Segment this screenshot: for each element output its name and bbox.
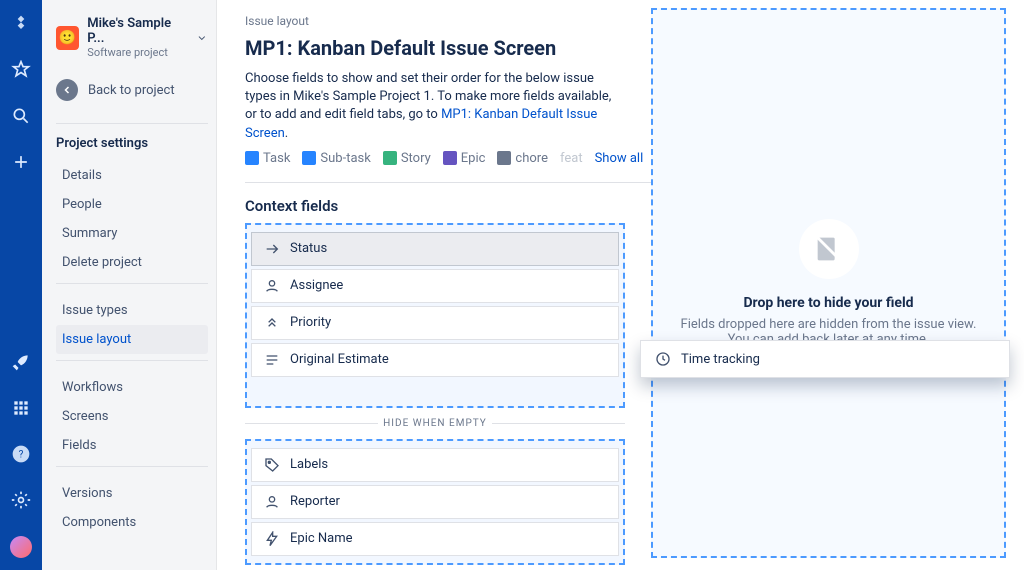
field-icon	[264, 352, 280, 368]
project-type: Software project	[87, 46, 188, 59]
sidebar-item-components[interactable]: Components	[56, 508, 208, 537]
field-icon	[264, 494, 280, 510]
clock-icon	[655, 351, 671, 367]
sidebar-item-issue-types[interactable]: Issue types	[56, 296, 208, 325]
main-content: Issue layout MP1: Kanban Default Issue S…	[217, 0, 1024, 570]
context-dropzone-bottom[interactable]: LabelsReporterEpic Name	[245, 439, 625, 565]
field-icon	[264, 241, 280, 257]
field-icon	[264, 457, 280, 473]
project-name: Mike's Sample P...	[87, 16, 188, 46]
field-icon	[264, 531, 280, 547]
rocket-icon[interactable]	[11, 352, 31, 376]
plus-icon[interactable]	[11, 152, 31, 176]
sidebar-item-summary[interactable]: Summary	[56, 219, 208, 248]
global-nav: ?	[0, 0, 42, 570]
sidebar-item-people[interactable]: People	[56, 190, 208, 219]
sidebar-item-fields[interactable]: Fields	[56, 431, 208, 460]
chevron-down-icon	[196, 32, 208, 44]
page-description: Choose fields to show and set their orde…	[245, 70, 625, 143]
field-epic-name[interactable]: Epic Name	[251, 522, 619, 556]
field-original-estimate[interactable]: Original Estimate	[251, 343, 619, 377]
sidebar-item-screens[interactable]: Screens	[56, 402, 208, 431]
field-icon	[264, 278, 280, 294]
sidebar-item-delete-project[interactable]: Delete project	[56, 248, 208, 277]
project-sidebar: 🙂 Mike's Sample P... Software project Ba…	[42, 0, 217, 570]
project-switcher[interactable]: 🙂 Mike's Sample P... Software project	[56, 16, 208, 59]
search-icon[interactable]	[11, 106, 31, 130]
hidden-field-icon	[799, 219, 859, 279]
avatar[interactable]	[10, 536, 32, 558]
sidebar-item-workflows[interactable]: Workflows	[56, 373, 208, 402]
context-dropzone-top[interactable]: StatusAssigneePriorityOriginal Estimate	[245, 223, 625, 408]
sidebar-item-versions[interactable]: Versions	[56, 479, 208, 508]
help-icon[interactable]: ?	[11, 444, 31, 468]
section-title: Project settings	[56, 136, 208, 151]
issue-type-epic: Epic	[443, 151, 486, 166]
back-icon	[56, 79, 78, 101]
dragging-field-label: Time tracking	[681, 352, 760, 367]
star-icon[interactable]	[11, 60, 31, 84]
field-assignee[interactable]: Assignee	[251, 269, 619, 303]
issue-type-chore: chore	[497, 151, 548, 166]
show-all-link[interactable]: Show all	[595, 151, 644, 166]
issue-type-sub-task: Sub-task	[302, 151, 370, 166]
back-link[interactable]: Back to project	[56, 73, 208, 107]
issue-type-story: Story	[383, 151, 431, 166]
back-label: Back to project	[88, 83, 175, 98]
context-fields-title: Context fields	[245, 197, 338, 215]
field-reporter[interactable]: Reporter	[251, 485, 619, 519]
hide-field-dropzone[interactable]: Drop here to hide your field Fields drop…	[651, 8, 1006, 558]
hide-when-empty-divider: HIDE WHEN EMPTY	[245, 418, 625, 429]
project-icon: 🙂	[56, 26, 79, 50]
field-priority[interactable]: Priority	[251, 306, 619, 340]
dragging-field-card[interactable]: Time tracking	[640, 340, 1010, 378]
jira-logo-icon[interactable]	[11, 14, 31, 38]
svg-text:?: ?	[19, 449, 24, 460]
gear-icon[interactable]	[11, 490, 31, 514]
apps-icon[interactable]	[11, 398, 31, 422]
sidebar-item-issue-layout[interactable]: Issue layout	[56, 325, 208, 354]
dropzone-title: Drop here to hide your field	[743, 295, 913, 311]
field-status[interactable]: Status	[251, 232, 619, 266]
field-icon	[264, 315, 280, 331]
field-labels[interactable]: Labels	[251, 448, 619, 482]
sidebar-item-details[interactable]: Details	[56, 161, 208, 190]
issue-type-task: Task	[245, 151, 290, 166]
issue-type-faded: feat	[560, 151, 583, 166]
